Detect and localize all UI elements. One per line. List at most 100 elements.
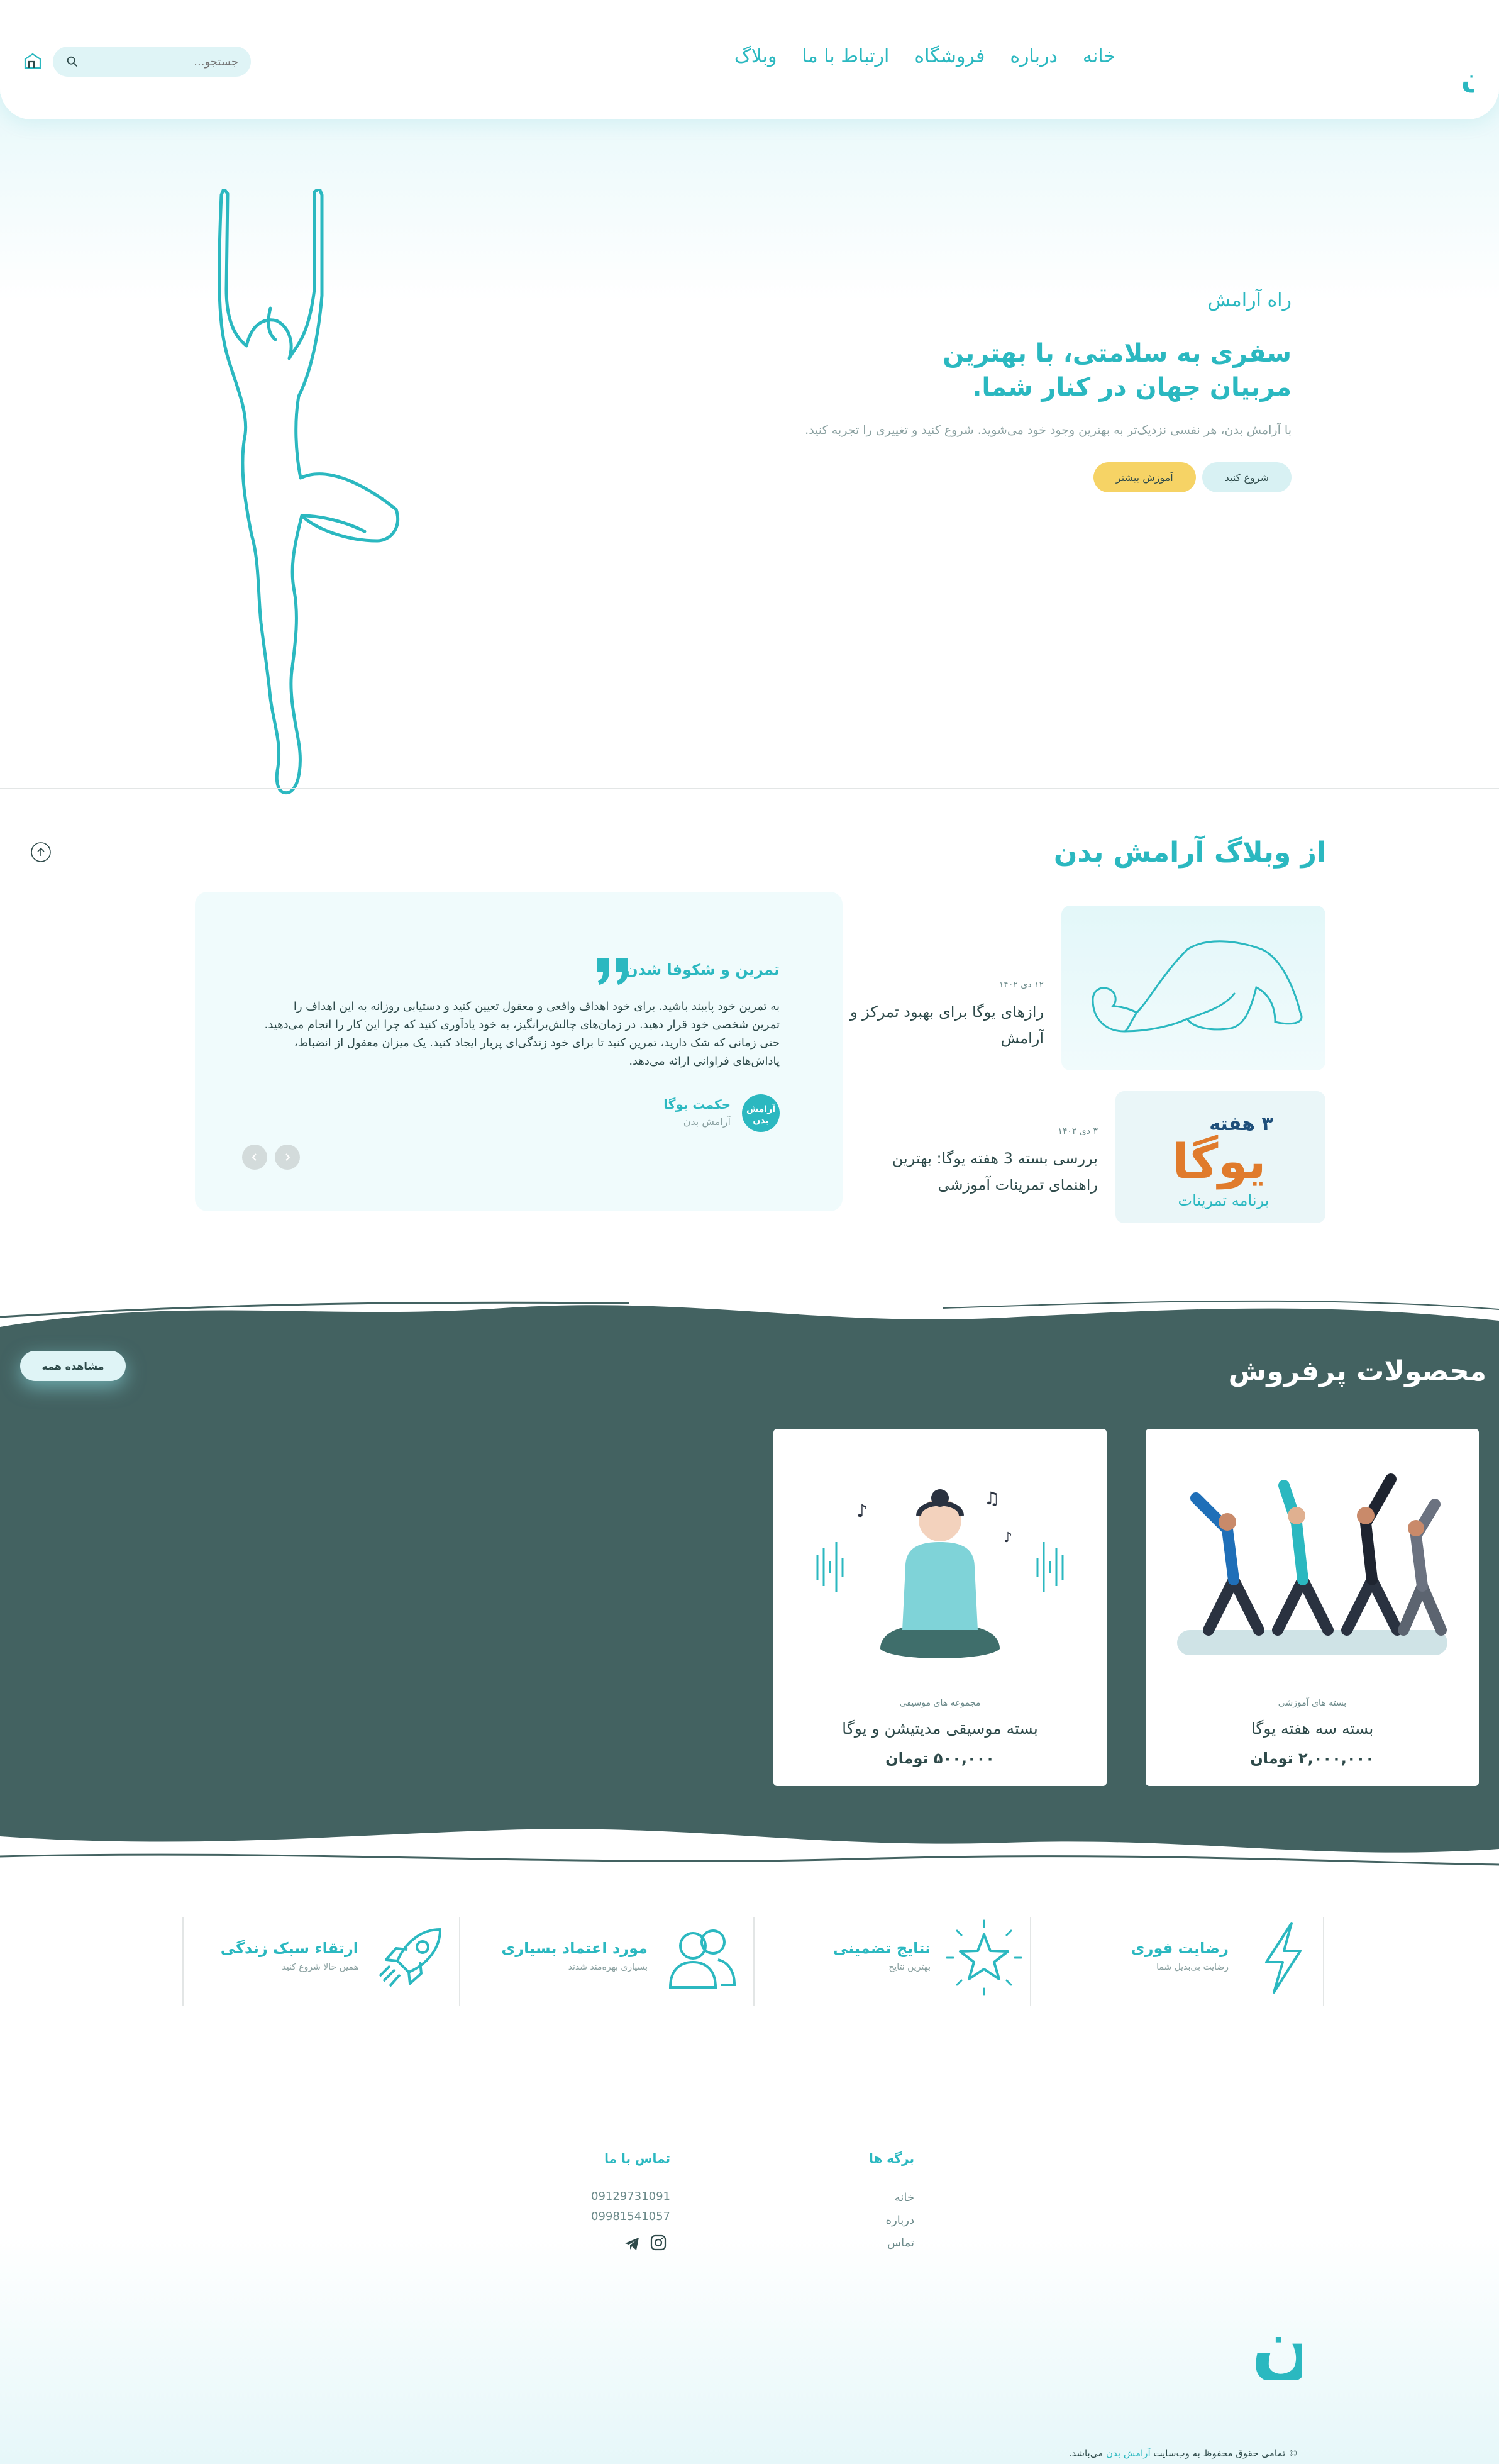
quote-author-role: آرامش بدن <box>683 1116 731 1128</box>
quote-slider-arrows <box>242 1145 300 1170</box>
nav-contact[interactable]: ارتباط با ما <box>802 45 889 67</box>
banner-title: یوگا <box>1173 1133 1266 1190</box>
product-category: بسته های آموزشی <box>1278 1698 1347 1708</box>
svg-text:بدن: بدن <box>1251 2302 1302 2380</box>
svg-text:♫: ♫ <box>984 1488 1000 1509</box>
quote-line: حتی زمانی که شک دارید، تمرین کنید تا برا… <box>294 1036 780 1050</box>
feature-title: مورد اعتماد بسیاری <box>501 1940 648 1957</box>
quote-author-name: حکمت یوگا <box>663 1097 731 1112</box>
blog-section-title: از وبلاگ آرامش بدن <box>1053 836 1326 869</box>
feature-subtitle: بسیاری بهره‌مند شدند <box>568 1962 648 1972</box>
avatar-logo-text: آرامش <box>746 1103 776 1114</box>
product-price: ۵۰۰,۰۰۰ تومان <box>885 1750 995 1767</box>
svg-text:♪: ♪ <box>1004 1530 1012 1546</box>
products-section-title: محصولات پرفروش <box>1228 1355 1486 1387</box>
quote-author-avatar: آرامش بدن <box>742 1094 780 1132</box>
yoga-pose-illustration <box>1092 940 1303 1033</box>
post-image[interactable] <box>1061 906 1325 1070</box>
site-logo[interactable]: آرامش بدن <box>1392 30 1474 93</box>
feature-separator <box>1030 1917 1031 2006</box>
copyright-text: © تمامی حقوق محفوظ به وب‌سایت <box>1153 2448 1298 2459</box>
feature-separator <box>459 1917 460 2006</box>
site-header: آرامش بدن خانه درباره فروشگاه ارتباط با … <box>0 0 1499 119</box>
footer-link-contact[interactable]: تماس <box>887 2236 914 2250</box>
quote-line: تمرین شخصی خود قرار دهید. در زمان‌های چا… <box>264 1018 780 1031</box>
post-title-line[interactable]: آرامش <box>836 1025 1044 1052</box>
product-category: مجموعه های موسیقی <box>899 1698 981 1708</box>
feature-lifestyle: ارتقاء سبک زندگی همین حالا شروع کنید <box>176 1917 453 2006</box>
footer-link-home[interactable]: خانه <box>895 2191 914 2204</box>
banner-subtitle: برنامه تمرینات <box>1178 1192 1269 1209</box>
view-all-button[interactable]: مشاهده همه <box>20 1351 126 1381</box>
blog-post-card[interactable]: ۱۲ دی ۱۴۰۲ رازهای یوگا برای بهبود تمرکز … <box>850 906 1325 1075</box>
quote-card: تمرین و شکوفا شدن به تمرین خود پایبند با… <box>195 892 843 1211</box>
search-icon[interactable] <box>65 55 79 69</box>
avatar-logo-text: بدن <box>753 1116 768 1126</box>
quote-mark-icon <box>597 958 628 985</box>
footer-link-about[interactable]: درباره <box>886 2214 914 2227</box>
rocket-icon <box>379 1928 441 1987</box>
nav-blog[interactable]: وبلاگ <box>734 45 777 67</box>
quote-line: پاداش‌های فراوانی ارائه می‌دهد. <box>629 1055 780 1068</box>
nav-shop[interactable]: فروشگاه <box>914 45 985 67</box>
instagram-icon[interactable] <box>650 2234 667 2251</box>
post-title-line[interactable]: بررسی بسته 3 هفته یوگا: بهترین <box>859 1145 1098 1172</box>
lightning-icon <box>1265 1922 1302 1994</box>
quote-body: به تمرین خود پایبند باشید. برای خود اهدا… <box>264 997 780 1070</box>
nav-home[interactable]: خانه <box>1083 45 1115 67</box>
start-button[interactable]: شروع کنید <box>1202 462 1292 492</box>
feature-instant-satisfaction: رضایت فوری رضایت بی‌بدیل شما <box>1046 1917 1323 2006</box>
next-arrow-button[interactable] <box>275 1145 300 1170</box>
footer-logo[interactable]: آرامش بدن <box>1100 2236 1302 2380</box>
product-name[interactable]: بسته سه هفته یوگا <box>1146 1719 1479 1738</box>
footer-pages-title: برگه ها <box>868 2151 914 2166</box>
prev-arrow-button[interactable] <box>242 1145 267 1170</box>
product-name[interactable]: بسته موسیقی مدیتیشن و یوگا <box>773 1719 1107 1738</box>
feature-subtitle: بهترین نتایج <box>888 1962 931 1972</box>
copyright-brand-link[interactable]: آرامش بدن <box>1106 2448 1151 2459</box>
hero-kicker: راه آرامش <box>1207 289 1292 311</box>
yoga-3-week-banner: ۳ هفته یوگا برنامه تمرینات <box>1173 1113 1273 1209</box>
footer-contact-title: تماس با ما <box>604 2151 670 2166</box>
feature-subtitle: همین حالا شروع کنید <box>282 1962 358 1972</box>
banner-kicker: ۳ هفته <box>1209 1113 1273 1135</box>
users-icon <box>668 1929 736 1989</box>
product-card[interactable]: ♪ ♫ ♪ مجموعه های موسیقی بسته موسیقی مدیت… <box>773 1429 1107 1786</box>
post-title[interactable]: رازهای یوگا برای بهبود تمرکز و آرامش <box>836 999 1044 1052</box>
scroll-up-icon[interactable] <box>30 841 52 863</box>
hero-buttons: شروع کنید آموزش بیشتر <box>726 462 1292 492</box>
star-burst-icon <box>946 1919 1022 1996</box>
learn-more-button[interactable]: آموزش بیشتر <box>1093 462 1196 492</box>
feature-separator <box>182 1917 184 2006</box>
post-title-line[interactable]: رازهای یوگا برای بهبود تمرکز و <box>836 999 1044 1025</box>
search-box <box>53 47 251 77</box>
copyright-text: می‌باشد. <box>1068 2448 1104 2459</box>
svg-text:آرامش: آرامش <box>1473 33 1474 67</box>
svg-text:بدن: بدن <box>1461 63 1474 93</box>
copyright: © تمامی حقوق محفوظ به وب‌سایت آرامش بدن … <box>1069 2448 1298 2459</box>
hero-title: سفری به سلامتی، با بهترین مربیان جهان در… <box>943 339 1292 402</box>
cart-icon[interactable] <box>23 52 43 70</box>
chevron-left-icon <box>252 1153 257 1161</box>
post-title[interactable]: بررسی بسته 3 هفته یوگا: بهترین راهنمای ت… <box>859 1145 1098 1198</box>
footer-phone[interactable]: 09129731091 <box>591 2190 670 2203</box>
search-input[interactable] <box>87 55 238 69</box>
section-divider <box>0 788 1499 789</box>
main-nav: خانه درباره فروشگاه ارتباط با ما وبلاگ <box>734 45 1115 67</box>
blog-post-card[interactable]: ۳ هفته یوگا برنامه تمرینات ۳ دی ۱۴۰۲ برر… <box>855 1091 1325 1223</box>
nav-about[interactable]: درباره <box>1010 45 1058 67</box>
post-image[interactable]: ۳ هفته یوگا برنامه تمرینات <box>1115 1091 1325 1223</box>
footer-phone[interactable]: 09981541057 <box>591 2210 670 2223</box>
telegram-icon[interactable] <box>624 2236 640 2252</box>
feature-title: نتایج تضمینی <box>832 1940 931 1957</box>
product-card[interactable]: بسته های آموزشی بسته سه هفته یوگا ۲,۰۰۰,… <box>1146 1429 1479 1786</box>
product-image-meditation-music[interactable]: ♪ ♫ ♪ <box>786 1441 1094 1693</box>
post-title-line[interactable]: راهنمای تمرینات آموزشی <box>859 1172 1098 1198</box>
hero-description: با آرامش بدن، هر نفسی نزدیک‌تر به بهترین… <box>805 423 1292 437</box>
feature-trusted: مورد اعتماد بسیاری بسیاری بهره‌مند شدند <box>465 1917 742 2006</box>
feature-separator <box>1323 1917 1324 2006</box>
quote-line: به تمرین خود پایبند باشید. برای خود اهدا… <box>293 1000 780 1013</box>
quote-title: تمرین و شکوفا شدن <box>625 961 780 979</box>
feature-title: رضایت فوری <box>1131 1940 1229 1957</box>
product-image-group-yoga[interactable] <box>1158 1441 1466 1693</box>
